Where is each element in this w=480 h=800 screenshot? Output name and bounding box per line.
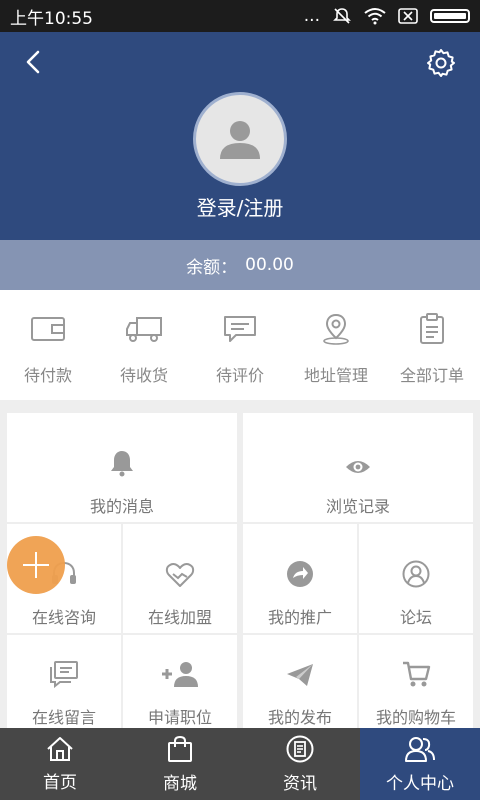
- balance-value: 00.00: [245, 255, 294, 275]
- status-time: 上午10:55: [10, 8, 93, 29]
- profile-header: 登录/注册: [0, 32, 480, 240]
- bell-icon: [111, 451, 133, 477]
- grid-item-my-posts[interactable]: 我的发布: [243, 635, 357, 728]
- grid-item-forum[interactable]: 论坛: [359, 524, 473, 633]
- tab-home[interactable]: 首页: [0, 728, 120, 800]
- grid-item-label: 在线加盟: [147, 608, 212, 627]
- grid-item-label: 我的发布: [267, 708, 332, 727]
- user-circle-icon: [402, 560, 430, 588]
- grid-item-label: 我的购物车: [375, 708, 456, 727]
- signal-dots: ...: [303, 6, 320, 26]
- wifi-icon: [364, 8, 386, 25]
- wallet-icon: [31, 317, 65, 341]
- plus-icon: [23, 552, 49, 578]
- share-arrow-icon: [287, 561, 313, 587]
- paper-plane-icon: [287, 664, 313, 686]
- tab-profile[interactable]: 个人中心: [360, 728, 480, 800]
- add-user-icon: [162, 662, 198, 687]
- grid-item-label: 在线咨询: [31, 608, 96, 627]
- home-icon: [47, 736, 73, 761]
- grid-item-my-messages[interactable]: 我的消息: [7, 413, 237, 522]
- grid-item-online-message[interactable]: 在线留言: [7, 635, 121, 728]
- truck-icon: [126, 317, 162, 342]
- tab-label: 个人中心: [386, 773, 454, 794]
- tab-label: 资讯: [283, 773, 317, 794]
- order-item-label: 待付款: [23, 366, 72, 385]
- feature-grid: 我的消息 浏览记录 在线咨询 在线加盟 我的推广 论坛 在线留言 申请职位 我的…: [0, 400, 480, 728]
- order-item-pending-payment[interactable]: 待付款: [0, 290, 96, 400]
- cart-icon: [403, 661, 431, 687]
- tab-label: 首页: [43, 772, 77, 793]
- gear-icon: [427, 49, 455, 77]
- order-item-pending-receipt[interactable]: 待收货: [96, 290, 192, 400]
- order-item-pending-review[interactable]: 待评价: [192, 290, 288, 400]
- avatar-user-icon: [220, 121, 260, 159]
- eye-icon: [346, 461, 370, 473]
- order-item-label: 待收货: [119, 366, 168, 385]
- grid-item-label: 论坛: [399, 608, 432, 627]
- order-item-label: 地址管理: [303, 366, 368, 385]
- bag-icon: [168, 735, 192, 762]
- status-icons: ...: [304, 6, 470, 26]
- people-icon: [405, 736, 435, 762]
- order-item-label: 待评价: [215, 366, 264, 385]
- order-item-all-orders[interactable]: 全部订单: [384, 290, 480, 400]
- handshake-icon: [165, 563, 195, 587]
- battery-icon: [430, 9, 470, 23]
- grid-item-browse-history[interactable]: 浏览记录: [243, 413, 473, 522]
- settings-button[interactable]: [426, 48, 456, 78]
- mute-icon: [333, 8, 351, 24]
- back-icon: [26, 50, 40, 74]
- grid-item-my-cart[interactable]: 我的购物车: [359, 635, 473, 728]
- grid-item-label: 我的消息: [89, 497, 154, 516]
- grid-item-apply-position[interactable]: 申请职位: [123, 635, 237, 728]
- grid-item-online-franchise[interactable]: 在线加盟: [123, 524, 237, 633]
- bottom-tab-bar: 首页 商城 资讯 个人中心: [0, 728, 480, 800]
- sim-icon: [398, 8, 418, 24]
- grid-item-label: 我的推广: [267, 608, 332, 627]
- tab-mall[interactable]: 商城: [120, 728, 240, 800]
- grid-item-label: 申请职位: [147, 708, 212, 727]
- floating-add-button[interactable]: [7, 536, 65, 594]
- grid-item-label: 浏览记录: [325, 497, 390, 516]
- order-item-label: 全部订单: [399, 366, 464, 385]
- comment-icon: [224, 316, 256, 342]
- avatar[interactable]: [193, 92, 287, 186]
- status-bar: 上午10:55 ...: [0, 0, 480, 32]
- clipboard-icon: [420, 313, 444, 344]
- message-icon: [50, 661, 78, 688]
- news-icon: [286, 735, 314, 762]
- tab-news[interactable]: 资讯: [240, 728, 360, 800]
- login-register-link[interactable]: 登录/注册: [0, 192, 480, 221]
- grid-item-label: 在线留言: [31, 708, 96, 727]
- balance-label: 余额：: [186, 257, 238, 278]
- tab-label: 商城: [163, 773, 197, 794]
- back-button[interactable]: [20, 48, 48, 76]
- order-item-address[interactable]: 地址管理: [288, 290, 384, 400]
- balance-bar: 余额： 00.00: [0, 240, 480, 290]
- order-shortcuts: 待付款 待收货 待评价 地址管理 全部订单: [0, 290, 480, 400]
- grid-item-my-promotion[interactable]: 我的推广: [243, 524, 357, 633]
- location-icon: [323, 313, 349, 345]
